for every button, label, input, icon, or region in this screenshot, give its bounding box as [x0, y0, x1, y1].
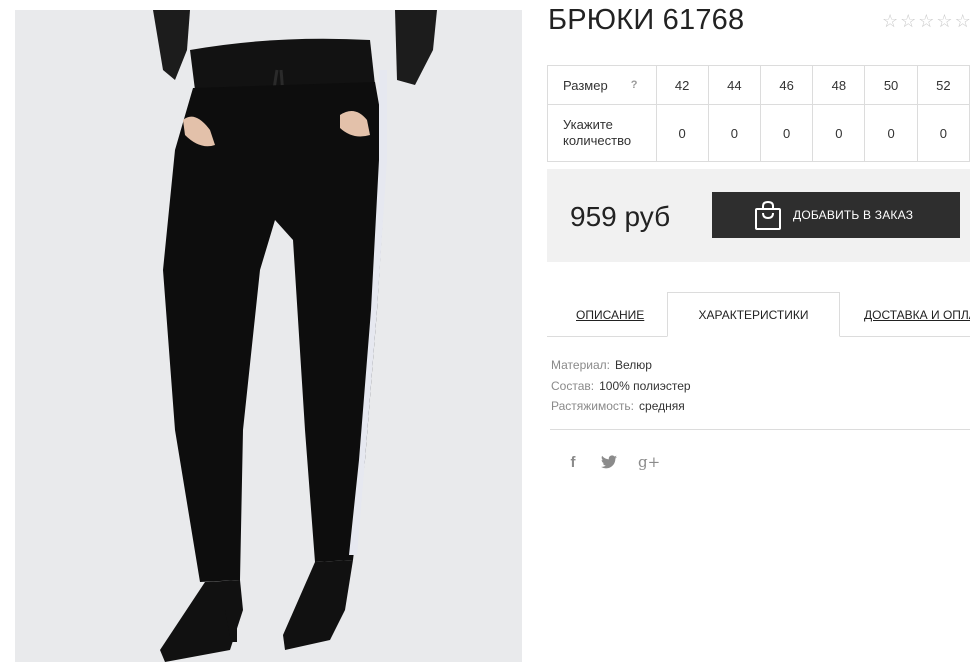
- star-icon[interactable]: ☆: [955, 12, 970, 30]
- size-quantity-table: Размер ? 42 44 46 48 50 52 Укажите колич…: [547, 65, 970, 162]
- facebook-icon[interactable]: f: [564, 454, 582, 471]
- size-value: 50: [864, 65, 918, 105]
- star-icon[interactable]: ☆: [936, 12, 952, 30]
- add-to-order-button[interactable]: ДОБАВИТЬ В ЗАКАЗ: [712, 192, 960, 238]
- star-icon[interactable]: ☆: [918, 12, 934, 30]
- tab-delivery[interactable]: ДОСТАВКА И ОПЛАТА: [864, 292, 970, 337]
- product-photo[interactable]: [15, 10, 522, 662]
- tab-characteristics-label: ХАРАКТЕРИСТИКИ: [698, 307, 809, 322]
- tab-description-label: ОПИСАНИЕ: [576, 307, 645, 322]
- twitter-icon[interactable]: [601, 455, 619, 469]
- size-value: 48: [812, 65, 866, 105]
- shopping-bag-icon: [754, 200, 782, 230]
- quantity-label-cell: Укажите количество: [547, 104, 657, 162]
- size-help-icon[interactable]: ?: [631, 79, 638, 91]
- star-icon[interactable]: ☆: [882, 12, 898, 30]
- size-value: 46: [759, 65, 814, 105]
- quantity-input[interactable]: 0: [655, 104, 709, 162]
- spec-value: средняя: [639, 399, 685, 413]
- size-value: 42: [655, 65, 709, 105]
- quantity-input[interactable]: 0: [707, 104, 761, 162]
- price: 959 руб: [570, 201, 671, 232]
- tab-description[interactable]: ОПИСАНИЕ: [576, 292, 644, 337]
- product-tabs: ОПИСАНИЕ ХАРАКТЕРИСТИКИ ДОСТАВКА И ОПЛАТ…: [547, 292, 970, 337]
- quantity-input[interactable]: 0: [916, 104, 970, 162]
- size-value: 44: [707, 65, 761, 105]
- star-icon[interactable]: ☆: [900, 12, 916, 30]
- size-value: 52: [916, 65, 970, 105]
- quantity-input[interactable]: 0: [759, 104, 814, 162]
- size-row: Размер ? 42 44 46 48 50 52: [547, 65, 970, 105]
- quantity-label: Укажите количество: [563, 117, 632, 148]
- size-label-cell: Размер ?: [547, 65, 657, 105]
- quantity-input[interactable]: 0: [864, 104, 918, 162]
- spec-row: Растяжимость: средняя: [551, 396, 691, 417]
- characteristics-list: Материал: Велюр Состав: 100% полиэстер Рас…: [551, 355, 691, 417]
- spec-key: Состав:: [551, 378, 595, 393]
- quantity-row: Укажите количество 0 0 0 0 0 0: [547, 104, 970, 162]
- quantity-input[interactable]: 0: [812, 104, 866, 162]
- size-label: Размер: [563, 77, 608, 93]
- rating-stars[interactable]: ☆ ☆ ☆ ☆ ☆: [882, 12, 970, 30]
- product-image-pants: [15, 10, 522, 662]
- spec-row: Материал: Велюр: [551, 355, 691, 376]
- tab-delivery-label: ДОСТАВКА И ОПЛАТА: [864, 307, 970, 322]
- tab-characteristics[interactable]: ХАРАКТЕРИСТИКИ: [667, 292, 840, 337]
- content-divider: [550, 429, 970, 430]
- spec-key: Растяжимость:: [551, 399, 635, 413]
- spec-value: 100% полиэстер: [599, 378, 691, 393]
- spec-row: Состав: 100% полиэстер: [551, 376, 691, 397]
- spec-value: Велюр: [614, 358, 652, 372]
- price-box: 959 руб ДОБАВИТЬ В ЗАКАЗ: [547, 169, 970, 262]
- add-to-order-label: ДОБАВИТЬ В ЗАКАЗ: [793, 208, 914, 222]
- social-share: f g+: [564, 453, 661, 471]
- spec-key: Материал:: [551, 358, 610, 372]
- product-title: БРЮКИ 61768: [548, 4, 745, 36]
- google-plus-icon[interactable]: g+: [638, 453, 660, 471]
